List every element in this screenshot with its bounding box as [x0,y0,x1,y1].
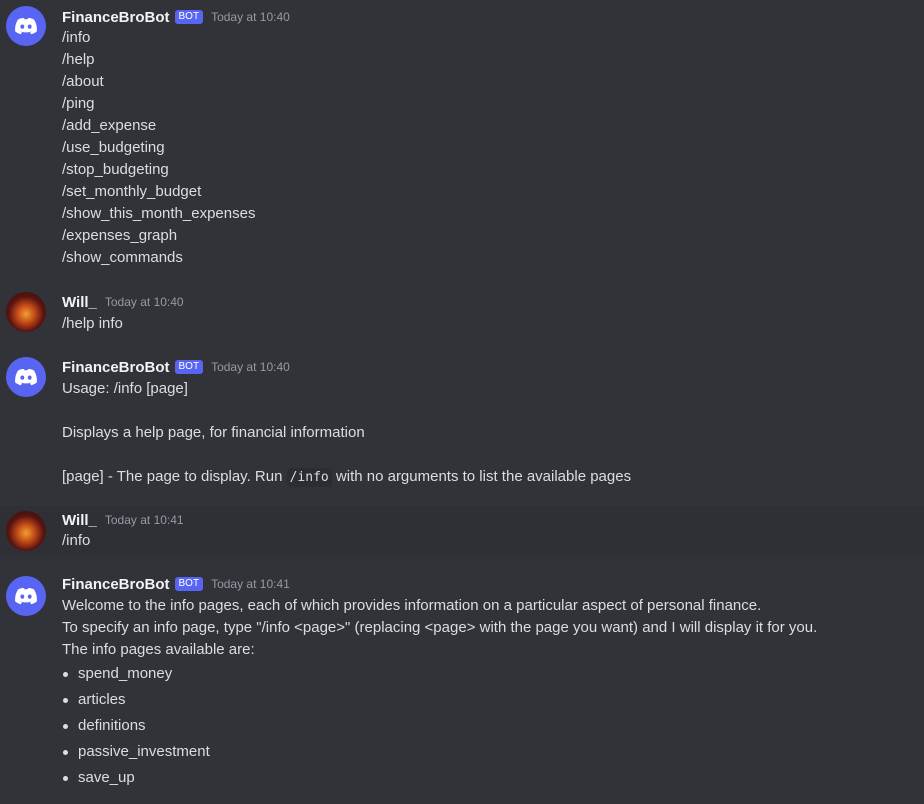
message: FinanceBroBot BOT Today at 10:41 Welcome… [0,570,924,804]
timestamp: Today at 10:41 [104,513,184,527]
command-line: /show_this_month_expenses [62,205,256,222]
message-text: /info [62,532,91,549]
parameter-text-start: [page] - The page to display. Run [62,468,287,485]
author-name[interactable]: FinanceBroBot [62,359,170,376]
page-name: save_up [78,769,135,786]
usage-text: Usage: /info [page] [62,380,188,397]
message: Will_ Today at 10:41 /info [0,506,924,555]
list-item: passive_investment [62,741,817,767]
command-line: /stop_budgeting [62,161,169,178]
bot-avatar-icon[interactable] [6,576,46,616]
author-name[interactable]: Will_ [62,512,97,529]
discord-logo-icon [15,18,37,35]
list-item: save_up [62,767,817,793]
discord-logo-icon [15,588,37,605]
page-name: articles [78,691,126,708]
page-name: definitions [78,717,146,734]
parameter-text-end: with no arguments to list the available … [331,468,632,485]
message-text: /help info [62,315,123,332]
message-header: FinanceBroBot BOT Today at 10:41 [62,574,290,594]
bot-tag: BOT [174,577,204,591]
user-avatar-icon[interactable] [6,292,46,332]
author-name[interactable]: Will_ [62,294,97,311]
message-header: FinanceBroBot BOT Today at 10:40 [62,7,290,27]
discord-logo-icon [15,369,37,386]
timestamp: Today at 10:40 [104,295,184,309]
bullet-icon [63,698,68,703]
bot-tag: BOT [174,360,204,374]
message: FinanceBroBot BOT Today at 10:40 Usage: … [0,351,924,501]
bullet-icon [63,672,68,677]
bullet-icon [63,750,68,755]
timestamp: Today at 10:41 [211,577,290,591]
bullet-icon [63,724,68,729]
command-line: /help [62,51,95,68]
bullet-icon [63,776,68,781]
message-header: FinanceBroBot BOT Today at 10:40 [62,357,290,377]
message-content: Usage: /info [page] Displays a help page… [62,378,631,488]
command-line: /show_commands [62,249,183,266]
author-name[interactable]: FinanceBroBot [62,9,170,26]
timestamp: Today at 10:40 [211,10,290,24]
command-line: /info [62,29,91,46]
message-content: /info [62,530,90,552]
command-line: /set_monthly_budget [62,183,202,200]
command-line: /use_budgeting [62,139,165,156]
bot-avatar-icon[interactable] [6,6,46,46]
info-pages-list: spend_money articles definitions passive… [62,663,817,793]
message-content: /help info [62,313,123,335]
parameter-text: [page] - The page to display. Run /info … [62,466,631,488]
user-avatar-icon[interactable] [6,511,46,551]
list-item: definitions [62,715,817,741]
message-content: /info /help /about /ping /add_expense /u… [62,27,255,269]
author-name[interactable]: FinanceBroBot [62,576,170,593]
message: FinanceBroBot BOT Today at 10:40 /info /… [0,0,924,280]
message-header: Will_ Today at 10:41 [62,510,184,530]
command-line: /ping [62,95,95,112]
list-item: spend_money [62,663,817,689]
command-line: /about [62,73,104,90]
command-line: /expenses_graph [62,227,178,244]
page-name: passive_investment [78,743,210,760]
message-header: Will_ Today at 10:40 [62,292,184,312]
description-text: Displays a help page, for financial info… [62,424,365,441]
list-item: articles [62,689,817,715]
inline-code: /info [286,468,332,487]
message-content: Welcome to the info pages, each of which… [62,595,817,793]
timestamp: Today at 10:40 [211,360,290,374]
command-line: /add_expense [62,117,157,134]
message: Will_ Today at 10:40 /help info [0,285,924,340]
bot-tag: BOT [174,10,204,24]
page-name: spend_money [78,665,173,682]
bot-avatar-icon[interactable] [6,357,46,397]
intro-text: Welcome to the info pages, each of which… [62,597,762,614]
instruction-text: To specify an info page, type "/info <pa… [62,619,818,636]
list-heading: The info pages available are: [62,641,255,658]
